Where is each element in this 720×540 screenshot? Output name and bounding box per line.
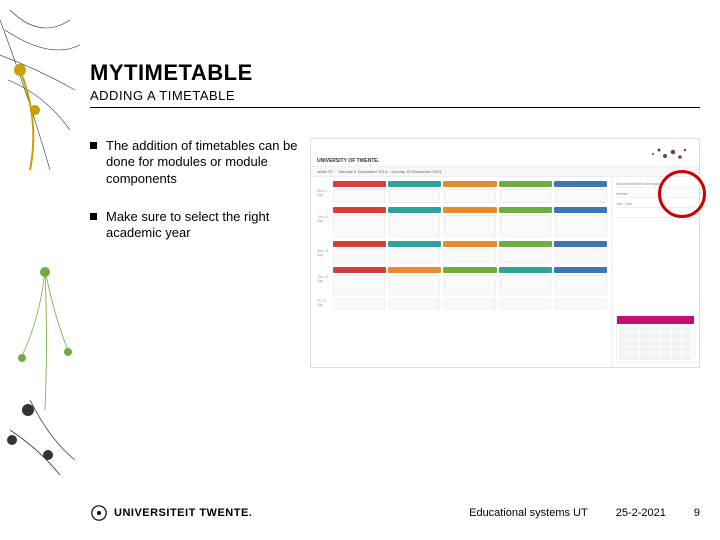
slide-subtitle: ADDING A TIMETABLE	[90, 88, 720, 103]
mini-calendar	[616, 315, 695, 363]
footer-page: 9	[694, 507, 700, 519]
title-rule	[90, 107, 700, 108]
shot-range: Monday 9 September 2013 – Sunday 15 Sept…	[339, 169, 442, 174]
timetable-screenshot: UNIVERSITY OF TWENTE. Week 37 Monday 9 S…	[310, 138, 700, 368]
bullet-item: The addition of timetables can be done f…	[90, 138, 300, 187]
ut-logo-icon	[90, 504, 108, 522]
highlight-circle	[658, 170, 706, 218]
bullet-list: The addition of timetables can be done f…	[90, 138, 310, 368]
footer-date: 25-2-2021	[616, 507, 666, 519]
shot-splatter-icon	[633, 144, 693, 164]
bullet-item: Make sure to select the right academic y…	[90, 209, 300, 242]
shot-brand: UNIVERSITY OF TWENTE.	[317, 158, 379, 164]
footer-logo: UNIVERSITEIT TWENTE.	[90, 504, 252, 522]
slide-title: MYTIMETABLE	[90, 60, 720, 86]
footer-source: Educational systems UT	[469, 507, 588, 519]
shot-week: Week 37	[317, 169, 333, 174]
